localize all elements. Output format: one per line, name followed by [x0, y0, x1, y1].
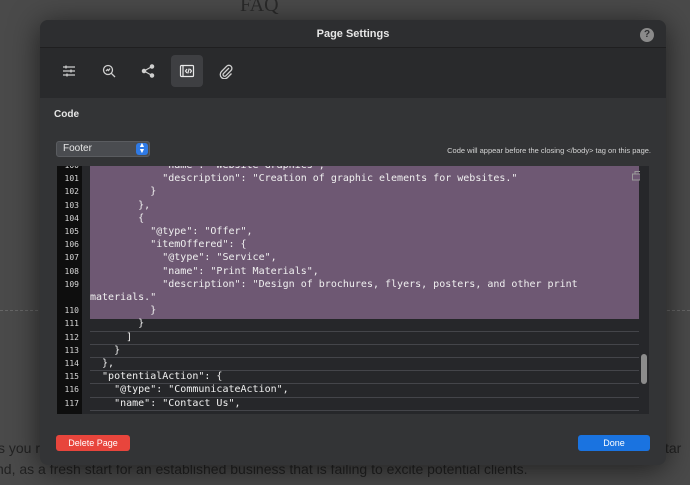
code-line: "potentialAction": {: [90, 371, 223, 383]
code-line: "@type": "CommunicateAction",: [90, 384, 289, 396]
code-line: "name": "Website Graphics",: [90, 166, 325, 172]
code-line: "description": "Design of brochures, fly…: [90, 278, 578, 290]
line-number: 110: [64, 306, 79, 316]
code-line: "@type": "Offer",: [90, 226, 253, 237]
help-icon[interactable]: ?: [640, 28, 654, 42]
paperclip-icon: [219, 64, 233, 79]
code-line: "@type": "Service",: [90, 252, 277, 264]
line-number: 111: [64, 319, 79, 329]
sliders-icon: [63, 65, 75, 77]
code-location-select[interactable]: Footer ▲ ▼: [56, 141, 150, 157]
code-line: }: [90, 344, 121, 356]
scrollbar-thumb[interactable]: [641, 354, 647, 384]
share-icon: [141, 64, 155, 78]
line-number: 104: [64, 213, 79, 223]
code-line: },: [90, 358, 115, 369]
code-icon: [179, 64, 195, 78]
dialog-titlebar: Page Settings ?: [40, 20, 666, 48]
code-line: "name": "Print Materials",: [90, 265, 319, 277]
line-number: 113: [64, 345, 79, 355]
code-line: "itemOffered": {: [90, 239, 247, 251]
done-button[interactable]: Done: [578, 435, 650, 451]
code-line: {: [90, 212, 145, 224]
code-row-divider: [90, 409, 639, 411]
line-number: 100: [57, 166, 79, 172]
editor-scrollbar[interactable]: [640, 166, 649, 414]
code-line: }: [90, 318, 145, 330]
page-settings-dialog: Page Settings ? Code Footer ▲ ▼ Code wil…: [40, 20, 666, 465]
code-row-divider: [90, 330, 639, 332]
code-line: "name": "Contact Us",: [90, 397, 241, 409]
line-number: 108: [64, 266, 79, 276]
tab-seo[interactable]: [93, 55, 125, 87]
tab-general-settings[interactable]: [53, 55, 85, 87]
background-text-start: s you r: [0, 440, 41, 456]
code-line: }: [90, 305, 157, 317]
delete-page-button[interactable]: Delete Page: [56, 435, 130, 451]
line-number: 117: [64, 398, 79, 408]
chevron-updown-icon: ▲ ▼: [136, 142, 148, 155]
code-location-value: Footer: [63, 143, 92, 154]
code-row-divider: [90, 357, 639, 358]
background-text-line-1: s you r star: [0, 440, 681, 456]
tab-social-sharing[interactable]: [132, 55, 164, 87]
code-row-divider: [90, 343, 639, 345]
line-number: 107: [64, 253, 79, 263]
code-location-hint: Code will appear before the closing </bo…: [447, 146, 651, 155]
code-line: materials.": [90, 292, 157, 303]
line-number: 116: [64, 385, 79, 395]
line-number: 112: [64, 332, 79, 342]
line-number: 106: [64, 240, 79, 250]
section-label-code: Code: [54, 109, 79, 120]
settings-toolbar: [40, 48, 666, 98]
code-line: "description": "Creation of graphic elem…: [90, 173, 518, 185]
code-line: },: [90, 199, 151, 211]
line-number: 103: [64, 200, 79, 210]
line-number: 102: [64, 187, 79, 197]
tab-code-injection[interactable]: [171, 55, 203, 87]
code-editor[interactable]: 100 "name": "Website Graphics", 101 "desc…: [57, 166, 649, 414]
line-number: 115: [64, 372, 79, 382]
line-number: 105: [64, 227, 79, 236]
code-line: }: [90, 186, 157, 198]
seo-search-icon: [102, 64, 116, 78]
background-heading: FAQ: [240, 0, 279, 16]
tab-attachments[interactable]: [210, 55, 242, 87]
line-number: 101: [64, 174, 79, 184]
line-number: 109: [64, 279, 79, 289]
line-number: 114: [64, 359, 79, 368]
dialog-title: Page Settings: [316, 28, 390, 40]
code-line: ]: [90, 331, 133, 343]
